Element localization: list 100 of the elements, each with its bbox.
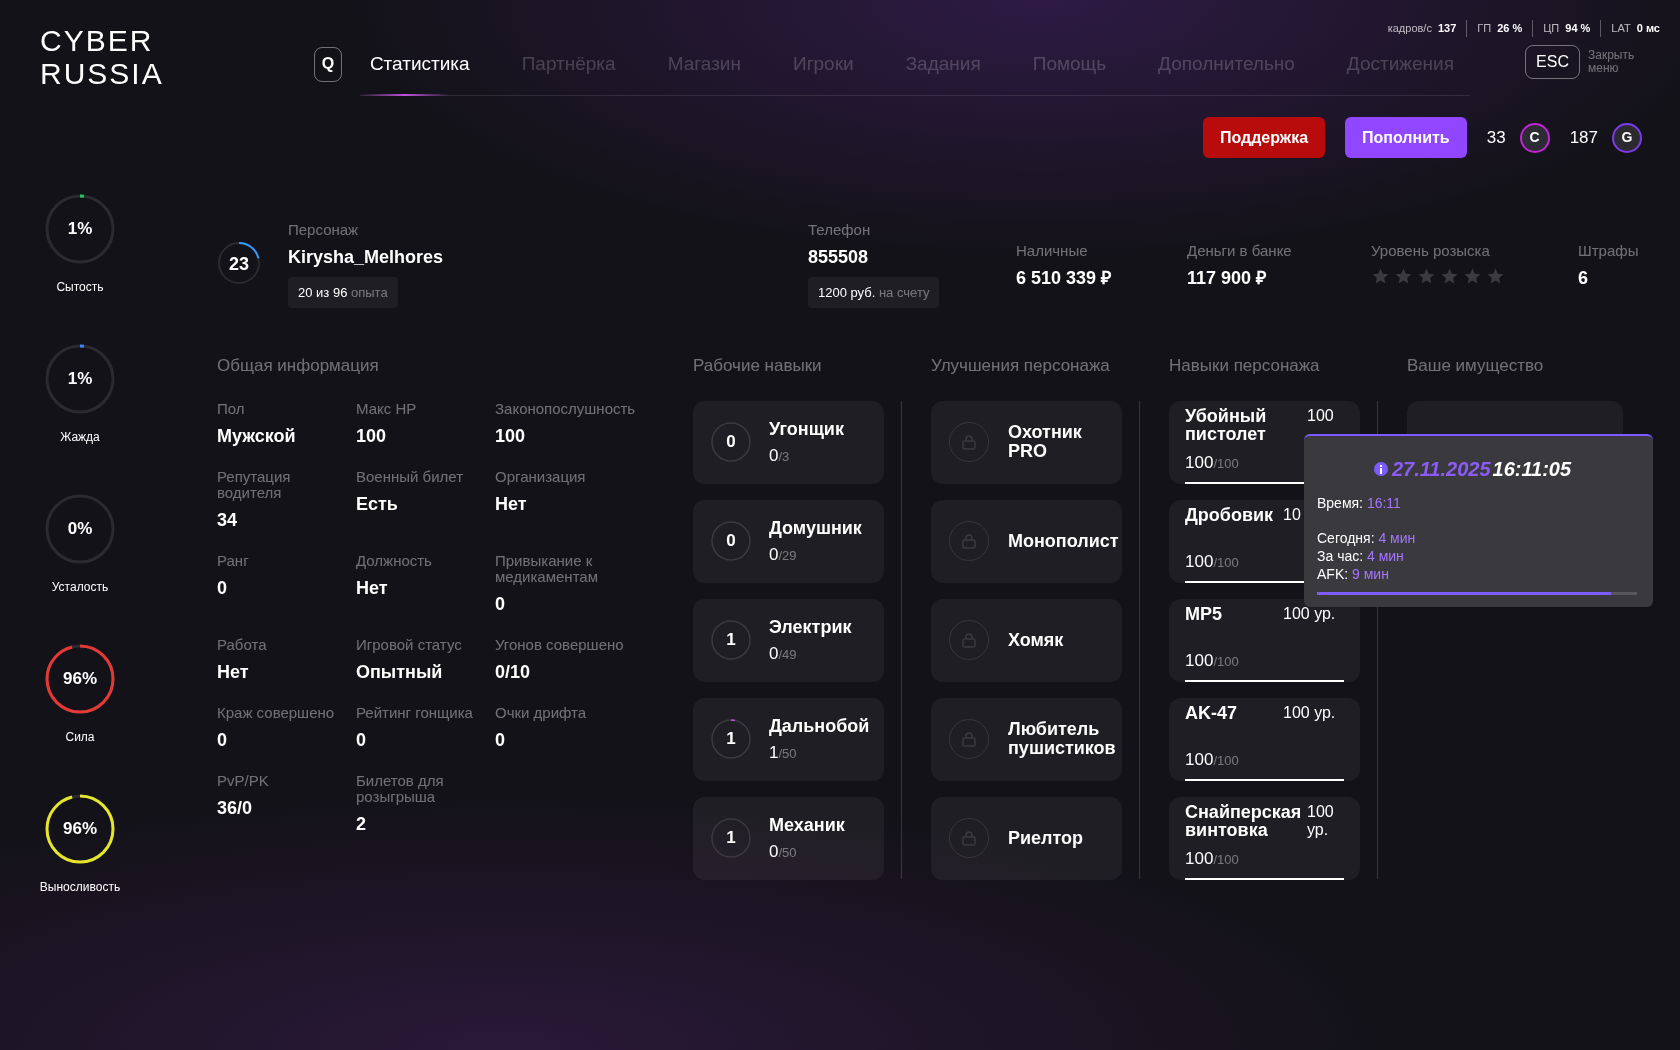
currency-amount: 33 (1486, 126, 1506, 149)
skill-name: Механик (769, 813, 845, 837)
money-value: 117 900 ₽ (1187, 266, 1268, 290)
rank-number: 1 (726, 827, 736, 850)
balance-badge: 1200 руб. на счету (808, 276, 940, 308)
field-label: Билетов для розыгрыша (356, 772, 445, 805)
tooltip-row-text: AFK: 9 мин (1317, 565, 1390, 583)
weapon-points: 100/100 (1185, 551, 1239, 574)
nav-tab[interactable]: Статистика (369, 49, 470, 79)
field-label: Ранг (217, 552, 250, 569)
search-button[interactable]: Q (314, 46, 342, 82)
field-value: Нет (495, 492, 528, 516)
stat-value: 26 % (1497, 21, 1523, 36)
field-label: Должность (356, 552, 433, 569)
need-label: Выносливость (39, 879, 121, 896)
field-value: 100 (356, 424, 388, 448)
field-label: Рейтинг гонщика (356, 704, 474, 721)
field-value: 34 (217, 508, 239, 532)
rank-ring (711, 818, 751, 858)
phone-number: 855508 (808, 245, 869, 269)
field-label: Макс HP (356, 400, 418, 417)
skill-name: Угонщик (769, 417, 844, 441)
section-title: Улучшения персонажа (931, 355, 1111, 377)
phone-label: Телефон (808, 220, 871, 240)
weapon-name: Убойный пистолет (1185, 406, 1268, 443)
field-label: Работа (217, 636, 268, 653)
fines-value: 6 (1578, 266, 1589, 290)
rank-ring (711, 521, 751, 561)
upgrade-card[interactable]: Хомяк (931, 598, 1122, 682)
top-up-button[interactable]: Пополнить (1345, 117, 1467, 158)
need-label: Жажда (60, 429, 100, 446)
level-ring: 23 (217, 241, 261, 285)
field-label: PvP/PK (217, 772, 270, 789)
field-value: Мужской (217, 424, 297, 448)
skill-name: Электрик (769, 615, 852, 639)
stat-label: ГП (1477, 21, 1492, 36)
upgrade-card[interactable]: Риелтор (931, 796, 1122, 880)
character-name: Kirysha_Melhores (288, 245, 444, 269)
field-label: Краж совершено (217, 704, 336, 721)
field-value: 0 (495, 592, 506, 616)
skill-count: 0/50 (769, 840, 798, 863)
support-button[interactable]: Поддержка (1202, 117, 1326, 158)
fines-label: Штрафы (1578, 241, 1639, 261)
tooltip-row-text: За час: 4 мин (1317, 547, 1405, 565)
field-label: Очки дрифта (495, 704, 588, 721)
upgrade-card[interactable]: Монополист (931, 499, 1122, 583)
need-reading: 0% (67, 518, 93, 541)
tooltip-row-text: Сегодня: 4 мин (1317, 529, 1417, 547)
need-ring (45, 344, 115, 414)
need-label: Сытость (56, 279, 104, 296)
star-icon (1371, 266, 1390, 286)
skill-count: 0/49 (769, 642, 798, 665)
money-label: Деньги в банке (1187, 241, 1293, 261)
rank-ring (711, 620, 751, 660)
rank-ring (711, 719, 751, 759)
field-value: 0 (495, 728, 506, 752)
weapon-grade: 100 ур. (1283, 604, 1336, 623)
skill-name: Дальнобой (769, 714, 870, 738)
field-label: Репутация водителя (217, 468, 292, 501)
weapon-points: 100/100 (1185, 452, 1239, 475)
weapon-points: 100/100 (1185, 848, 1239, 871)
field-label: Игровой статус (356, 636, 463, 653)
field-value: Нет (217, 660, 250, 684)
star-icon (1417, 266, 1436, 286)
need-label: Усталость (51, 579, 109, 596)
field-label: Пол (217, 400, 246, 417)
stat-value: 94 % (1565, 21, 1591, 36)
section-title: Рабочие навыки (693, 355, 823, 377)
stat-label: LAT (1611, 21, 1631, 36)
section-title: Ваше имущество (1407, 355, 1545, 377)
upgrade-name: Любитель пушистиков (1008, 720, 1117, 758)
field-value: Есть (356, 492, 399, 516)
skill-count: 1/50 (769, 741, 798, 764)
field-value: 100 (495, 424, 527, 448)
need-ring (45, 644, 115, 714)
weapon-name: Снайперская винтовка (1185, 802, 1303, 839)
rank-number: 1 (726, 728, 736, 751)
weapon-grade: 100 (1307, 406, 1334, 425)
upgrade-card[interactable]: Любитель пушистиков (931, 697, 1122, 781)
need-reading: 96% (63, 668, 97, 691)
field-value: 0 (356, 728, 367, 752)
logo-text: CYBER (40, 24, 154, 57)
stat-value: 137 (1437, 21, 1457, 36)
upgrade-name: Риелтор (1008, 828, 1085, 848)
money-label: Наличные (1016, 241, 1089, 261)
upgrade-name: Монополист (1008, 531, 1120, 551)
tooltip-row-text: Время: 16:11 (1317, 494, 1402, 512)
need-reading: 96% (62, 818, 97, 841)
need-reading: 1% (67, 368, 93, 391)
weapon-name: Дробовик (1185, 505, 1275, 524)
weapon-points: 100/100 (1185, 650, 1239, 673)
logo-text: RUSSIA (40, 57, 164, 90)
field-value: 2 (356, 812, 367, 836)
skill-count: 0/3 (769, 444, 791, 467)
need-label: Сила (65, 729, 95, 746)
upgrade-card[interactable]: Охотник PRO (931, 400, 1122, 484)
upgrade-name: Хомяк (1008, 630, 1065, 650)
close-menu-button[interactable]: ESC (1525, 44, 1580, 79)
tooltip-date: 27.11.2025 (1391, 457, 1491, 482)
section-title: Общая информация (217, 355, 380, 377)
